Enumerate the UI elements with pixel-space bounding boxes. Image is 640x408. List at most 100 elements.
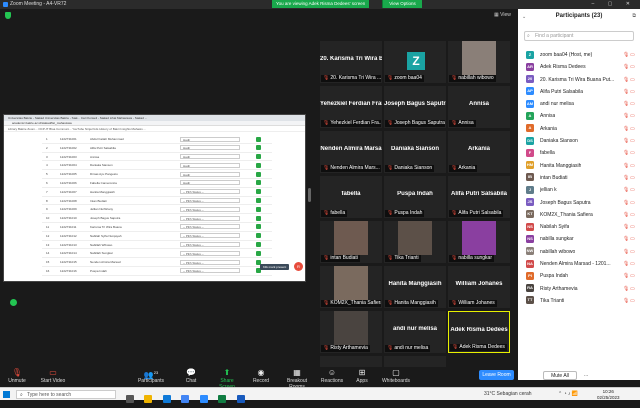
reactions-button[interactable]: ☺ Reactions — [320, 368, 344, 384]
participant-item[interactable]: Jjellian k 🎙 ▭ — [518, 184, 640, 196]
status-select[interactable]: -- Pilih Status -- — [180, 259, 240, 265]
save-row-button[interactable] — [256, 224, 261, 230]
status-select[interactable]: -- Pilih Status -- — [180, 189, 240, 195]
more-button[interactable]: ... — [584, 372, 588, 378]
status-select[interactable]: -- Pilih Status -- — [180, 233, 240, 239]
status-select[interactable]: Hadir — [180, 171, 240, 177]
video-tile[interactable]: Alifa Putri Salsabila 🎙Alifa Putri Salsab… — [448, 176, 510, 218]
apps-button[interactable]: ⊞ Apps — [354, 368, 370, 384]
participant-item[interactable]: Ffabella 🎙 ▭ — [518, 147, 640, 159]
file-explorer-icon[interactable] — [144, 395, 153, 403]
save-row-button[interactable] — [256, 171, 261, 177]
video-tile[interactable]: 🎙nabillah wibowo — [448, 41, 510, 83]
taskbar-search-input[interactable]: ⌕ Type here to search — [16, 390, 116, 399]
participant-item[interactable]: AM andi nur melisa 🎙 ▭ — [518, 98, 640, 110]
shared-screen[interactable]: Universitas Bakrie - Siakad Universitas … — [3, 114, 306, 282]
save-row-button[interactable] — [256, 136, 261, 142]
video-tile[interactable]: 🎙nabilla sungkar — [448, 221, 510, 263]
whiteboards-button[interactable]: ▢ Whiteboards — [380, 368, 412, 384]
video-tile[interactable]: Adek Risma Dedees 🎙Adek Risma Dedees — [448, 311, 510, 353]
save-row-button[interactable] — [256, 233, 261, 239]
video-tile[interactable]: 🎙KOM2X_Thania Safiera — [320, 266, 382, 308]
video-tile[interactable]: 20. Karisma Tri Wira Bua 🎙20. Karisma Tri… — [320, 41, 382, 83]
participant-item[interactable]: IB intan Budiati 🎙 ▭ — [518, 172, 640, 184]
video-tile[interactable]: 🎙Risty Arthamevia — [320, 311, 382, 353]
windows-start-icon[interactable] — [3, 391, 10, 398]
participants-button[interactable]: 👥23 Participants — [137, 368, 165, 384]
video-tile[interactable]: Arkania 🎙Arkania — [448, 131, 510, 173]
status-select[interactable]: -- Pilih Status -- — [180, 215, 240, 221]
save-row-button[interactable] — [256, 145, 261, 151]
system-tray-icons[interactable]: ⌃ ◔ ♪ 📶 — [558, 391, 578, 397]
edge-icon[interactable] — [162, 395, 171, 403]
video-tile[interactable]: 🎙Tika Trianti — [384, 221, 446, 263]
participant-item[interactable]: A Arkania 🎙 ▭ — [518, 123, 640, 135]
video-tile[interactable]: andi nur melisa 🎙andi nur melisa — [384, 311, 446, 353]
video-tile[interactable]: 🎙intan Budiati — [320, 221, 382, 263]
save-row-button[interactable] — [256, 189, 261, 195]
save-row-button[interactable] — [256, 154, 261, 160]
save-row-button[interactable] — [256, 250, 261, 256]
participant-item[interactable]: TT Tika Trianti 🎙 ▭ — [518, 295, 640, 307]
save-row-button[interactable] — [256, 198, 261, 204]
save-row-button[interactable] — [256, 206, 261, 212]
splitter-handle[interactable] — [308, 188, 311, 202]
weather-widget[interactable]: 31°C Sebagian cerah — [484, 391, 532, 397]
leave-room-button[interactable]: Leave Room — [479, 370, 514, 380]
video-tile[interactable]: Yehezkiel Ferdian Frans 🎙Yehezkiel Ferdia… — [320, 86, 382, 128]
zoom-taskbar-icon[interactable] — [199, 395, 208, 403]
video-tile[interactable]: fabella 🎙fabella — [320, 176, 382, 218]
mute-all-button[interactable]: Mute All — [543, 371, 577, 380]
start-video-button[interactable]: ▭ Start Video — [40, 368, 66, 384]
chat-button[interactable]: 💬 Chat — [183, 368, 199, 384]
view-options-button[interactable]: View Options — [382, 0, 422, 8]
participant-item[interactable]: HM Hanita Manggiasih 🎙 ▭ — [518, 160, 640, 172]
find-participant-input[interactable]: ⌕ Find a participant — [524, 31, 634, 41]
participant-item[interactable]: NS nabilla sungkar 🎙 ▭ — [518, 233, 640, 245]
save-row-button[interactable] — [256, 162, 261, 168]
status-select[interactable]: -- Pilih Status -- — [180, 224, 240, 230]
record-button[interactable]: ◉ Record — [252, 368, 270, 384]
video-tile[interactable]: Hanita Manggiasih 🎙Hanita Manggiasih — [384, 266, 446, 308]
window-controls[interactable]: – ▢ ✕ — [592, 0, 636, 9]
participant-item[interactable]: NA Nenden Almira Marsad - 1201... 🎙 ▭ — [518, 258, 640, 270]
participant-item[interactable]: AR Adek Risma Dedees 🎙 ▭ — [518, 61, 640, 73]
excel-icon[interactable] — [218, 395, 227, 403]
view-button[interactable]: ▦ View — [494, 12, 511, 18]
video-tile[interactable]: Joseph Bagus Saputra 🎙Joseph Bagus Saputr… — [384, 86, 446, 128]
video-tile[interactable]: Annisa 🎙Annisa — [448, 86, 510, 128]
participant-item[interactable]: AP Alifa Putri Salsabila 🎙 ▭ — [518, 86, 640, 98]
video-tile[interactable]: Daniaka Sianson 🎙Daniaka Sianson — [384, 131, 446, 173]
taskbar-clock[interactable]: 10:26 02/25/2023 — [597, 389, 620, 400]
video-tile[interactable]: Z 🎙zoom baa04 — [384, 41, 446, 83]
status-select[interactable]: Hadir — [180, 162, 240, 168]
participant-item[interactable]: JS Joseph Bagus Saputra 🎙 ▭ — [518, 197, 640, 209]
popout-icon[interactable]: ⧉ — [632, 13, 636, 19]
status-select[interactable]: -- Pilih Status -- — [180, 242, 240, 248]
video-tile[interactable]: William Johanes 🎙William Johanes — [448, 266, 510, 308]
participant-item[interactable]: A Annisa 🎙 ▭ — [518, 110, 640, 122]
status-select[interactable]: Hadir — [180, 180, 240, 186]
status-select[interactable]: Hadir — [180, 136, 240, 142]
unmute-button[interactable]: 🎙 Unmute — [6, 368, 28, 384]
participant-item[interactable]: Zzoom baa04 (Host, me) 🎙 ▭ — [518, 49, 640, 61]
participant-item[interactable]: NW nabillah wibowo 🎙 ▭ — [518, 246, 640, 258]
status-select[interactable]: -- Pilih Status -- — [180, 198, 240, 204]
participant-item[interactable]: KT KOM2X_Thania Safiera 🎙 ▭ — [518, 209, 640, 221]
status-select[interactable]: -- Pilih Status -- — [180, 206, 240, 212]
status-select[interactable]: Hadir — [180, 145, 240, 151]
chrome-icon[interactable] — [181, 395, 190, 403]
status-select[interactable]: -- Pilih Status -- — [180, 250, 240, 256]
task-view-icon[interactable] — [126, 395, 134, 403]
participant-item[interactable]: 20 20. Karisma Tri Wira Buana Put... 🎙 ▭ — [518, 74, 640, 86]
save-row-button[interactable] — [256, 215, 261, 221]
video-tile[interactable]: Nenden Almira Marsa 🎙Nenden Almira Mars..… — [320, 131, 382, 173]
word-icon[interactable] — [236, 395, 245, 403]
participant-item[interactable]: PI Puspa Indah 🎙 ▭ — [518, 270, 640, 282]
annotate-pencil-icon[interactable] — [10, 299, 17, 306]
status-select[interactable]: -- Pilih Status -- — [180, 268, 240, 274]
save-row-button[interactable] — [256, 180, 261, 186]
video-tile[interactable]: Puspa Indah 🎙Puspa Indah — [384, 176, 446, 218]
status-select[interactable]: Hadir — [180, 154, 240, 160]
participant-item[interactable]: DS Daniaka Sianson 🎙 ▭ — [518, 135, 640, 147]
